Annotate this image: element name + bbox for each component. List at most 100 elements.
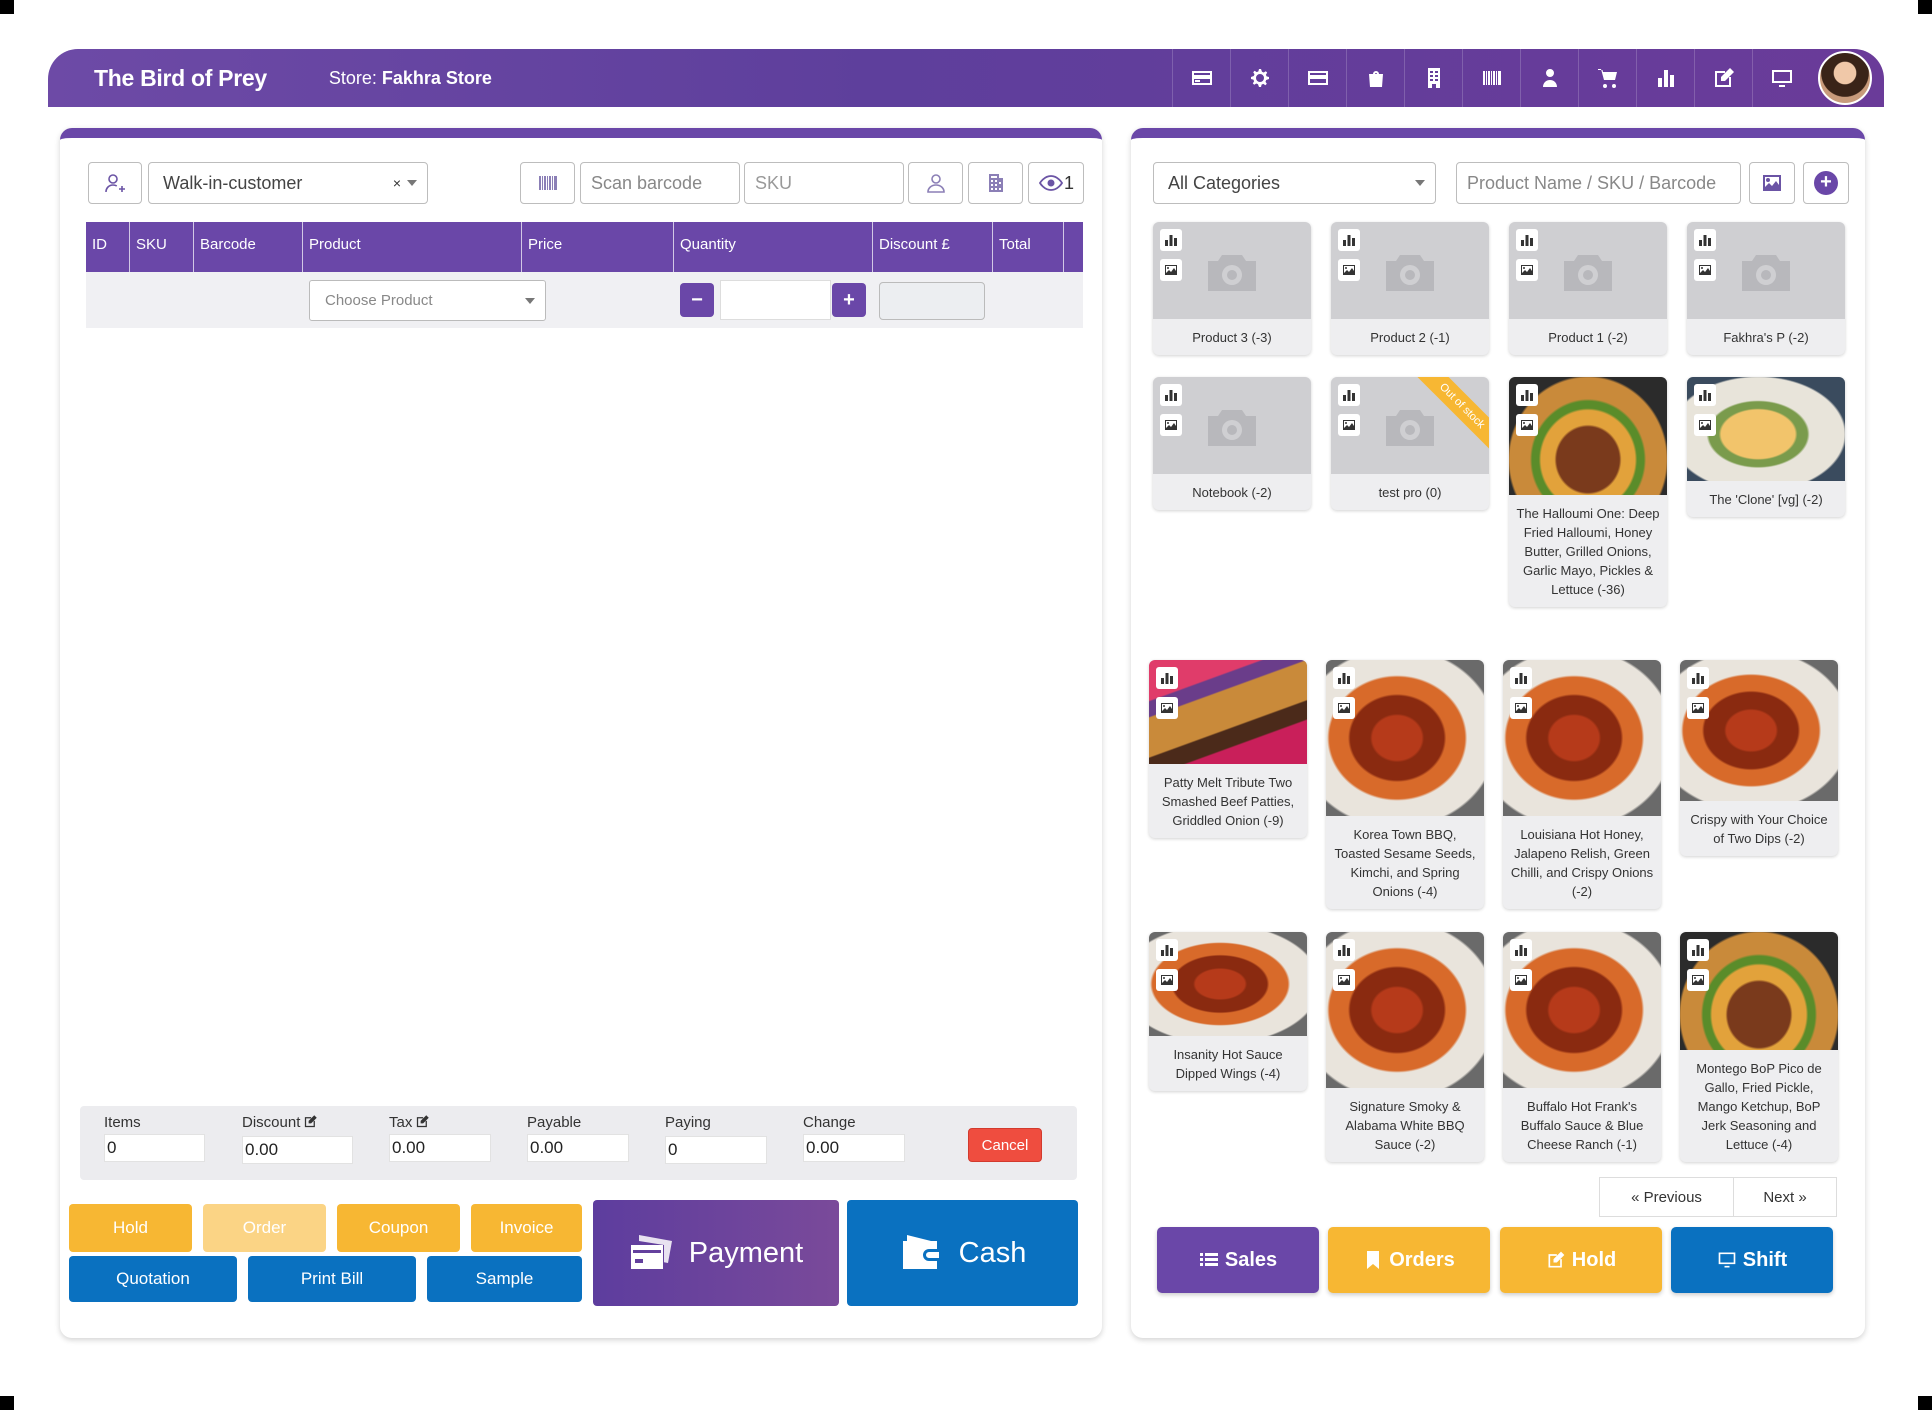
barcode-icon[interactable] (1462, 49, 1520, 107)
stats-icon[interactable] (1687, 667, 1709, 689)
shopping-bag-icon[interactable] (1346, 49, 1404, 107)
product-card[interactable]: Out of stock test pro (0) (1331, 377, 1489, 510)
sales-button[interactable]: Sales (1157, 1227, 1319, 1293)
edit-icon[interactable] (415, 1114, 430, 1129)
image-icon[interactable] (1516, 259, 1538, 281)
cart-icon[interactable] (1578, 49, 1636, 107)
customer-clear-icon[interactable]: × (393, 175, 401, 191)
tax-value[interactable]: 0.00 (389, 1134, 491, 1162)
previous-page-button[interactable]: « Previous (1599, 1177, 1734, 1217)
next-page-button[interactable]: Next » (1733, 1177, 1837, 1217)
card-icon[interactable] (1288, 49, 1346, 107)
stats-icon[interactable] (1333, 939, 1355, 961)
stats-icon[interactable] (1160, 229, 1182, 251)
stats-icon[interactable] (1694, 229, 1716, 251)
image-icon[interactable] (1687, 969, 1709, 991)
payment-button[interactable]: Payment (593, 1200, 839, 1306)
hold-button[interactable]: Hold (69, 1204, 192, 1252)
image-icon[interactable] (1687, 697, 1709, 719)
barcode-scan-button[interactable] (520, 162, 575, 204)
quantity-input[interactable] (720, 280, 831, 320)
product-card[interactable]: Signature Smoky & Alabama White BBQ Sauc… (1326, 932, 1484, 1162)
coupon-button[interactable]: Coupon (337, 1204, 460, 1252)
customer-select[interactable]: Walk-in-customer × (148, 162, 428, 204)
image-icon[interactable] (1694, 414, 1716, 436)
edit-icon[interactable] (1694, 49, 1752, 107)
image-icon[interactable] (1333, 969, 1355, 991)
settings-icon[interactable] (1230, 49, 1288, 107)
product-card[interactable]: Notebook (-2) (1153, 377, 1311, 510)
stats-icon[interactable] (1687, 939, 1709, 961)
stats-icon[interactable] (1156, 939, 1178, 961)
sample-button[interactable]: Sample (427, 1256, 582, 1302)
category-select[interactable]: All Categories (1153, 162, 1436, 204)
view-count-button[interactable]: 1 (1028, 162, 1084, 204)
user-avatar[interactable] (1818, 51, 1872, 105)
stats-icon[interactable] (1333, 667, 1355, 689)
product-card[interactable]: Montego BoP Pico de Gallo, Fried Pickle,… (1680, 932, 1838, 1162)
cash-button[interactable]: Cash (847, 1200, 1078, 1306)
choose-product-select[interactable]: Choose Product (309, 280, 546, 321)
discount-input[interactable] (879, 282, 985, 320)
cancel-button[interactable]: Cancel (968, 1128, 1042, 1162)
quotation-button[interactable]: Quotation (69, 1256, 237, 1302)
image-icon[interactable] (1510, 969, 1532, 991)
stats-icon[interactable] (1338, 229, 1360, 251)
user-icon[interactable] (1520, 49, 1578, 107)
bar-chart-icon[interactable] (1636, 49, 1694, 107)
image-icon[interactable] (1160, 414, 1182, 436)
shift-button[interactable]: Shift (1671, 1227, 1833, 1293)
monitor-icon[interactable] (1752, 49, 1810, 107)
calculator-button[interactable] (968, 162, 1023, 204)
quantity-decrease-button[interactable]: − (680, 283, 714, 317)
image-icon[interactable] (1510, 697, 1532, 719)
order-button[interactable]: Order (203, 1204, 326, 1252)
product-card[interactable]: Product 1 (-2) (1509, 222, 1667, 355)
paying-value[interactable]: 0 (665, 1136, 767, 1164)
orders-button[interactable]: Orders (1328, 1227, 1490, 1293)
quantity-increase-button[interactable]: + (832, 283, 866, 317)
image-icon[interactable] (1694, 259, 1716, 281)
print-bill-button[interactable]: Print Bill (248, 1256, 416, 1302)
stats-icon[interactable] (1156, 667, 1178, 689)
stats-icon[interactable] (1160, 384, 1182, 406)
product-card[interactable]: Louisiana Hot Honey, Jalapeno Relish, Gr… (1503, 660, 1661, 909)
stats-icon[interactable] (1516, 384, 1538, 406)
product-card[interactable]: Korea Town BBQ, Toasted Sesame Seeds, Ki… (1326, 660, 1484, 909)
product-card[interactable]: The 'Clone' [vg] (-2) (1687, 377, 1845, 517)
product-card[interactable]: Product 3 (-3) (1153, 222, 1311, 355)
image-icon[interactable] (1160, 259, 1182, 281)
image-search-button[interactable] (1749, 162, 1795, 204)
product-search-input[interactable]: Product Name / SKU / Barcode (1456, 162, 1741, 204)
credit-card-icon[interactable] (1172, 49, 1230, 107)
sku-input[interactable]: SKU (744, 162, 904, 204)
customer-profile-button[interactable] (908, 162, 963, 204)
add-product-button[interactable]: + (1803, 162, 1849, 204)
product-card[interactable]: Crispy with Your Choice of Two Dips (-2) (1680, 660, 1838, 856)
hold-list-button[interactable]: Hold (1500, 1227, 1662, 1293)
product-card[interactable]: Product 2 (-1) (1331, 222, 1489, 355)
image-icon[interactable] (1338, 259, 1360, 281)
image-icon[interactable] (1156, 697, 1178, 719)
add-customer-button[interactable] (88, 162, 142, 204)
stats-icon[interactable] (1516, 229, 1538, 251)
stats-icon[interactable] (1510, 667, 1532, 689)
product-card[interactable]: Insanity Hot Sauce Dipped Wings (-4) (1149, 932, 1307, 1091)
product-card[interactable]: Buffalo Hot Frank's Buffalo Sauce & Blue… (1503, 932, 1661, 1162)
product-card[interactable]: Fakhra's P (-2) (1687, 222, 1845, 355)
stats-icon[interactable] (1338, 384, 1360, 406)
image-icon[interactable] (1338, 414, 1360, 436)
scan-barcode-input[interactable]: Scan barcode (580, 162, 740, 204)
edit-icon[interactable] (303, 1114, 318, 1129)
invoice-button[interactable]: Invoice (471, 1204, 582, 1252)
image-icon[interactable] (1333, 697, 1355, 719)
discount-value[interactable]: 0.00 (242, 1136, 353, 1164)
stats-icon[interactable] (1510, 939, 1532, 961)
product-card[interactable]: Patty Melt Tribute Two Smashed Beef Patt… (1149, 660, 1307, 838)
building-icon[interactable] (1404, 49, 1462, 107)
stats-icon[interactable] (1694, 384, 1716, 406)
paying-label: Paying (665, 1114, 711, 1131)
image-icon[interactable] (1156, 969, 1178, 991)
image-icon[interactable] (1516, 414, 1538, 436)
product-card[interactable]: The Halloumi One: Deep Fried Halloumi, H… (1509, 377, 1667, 607)
